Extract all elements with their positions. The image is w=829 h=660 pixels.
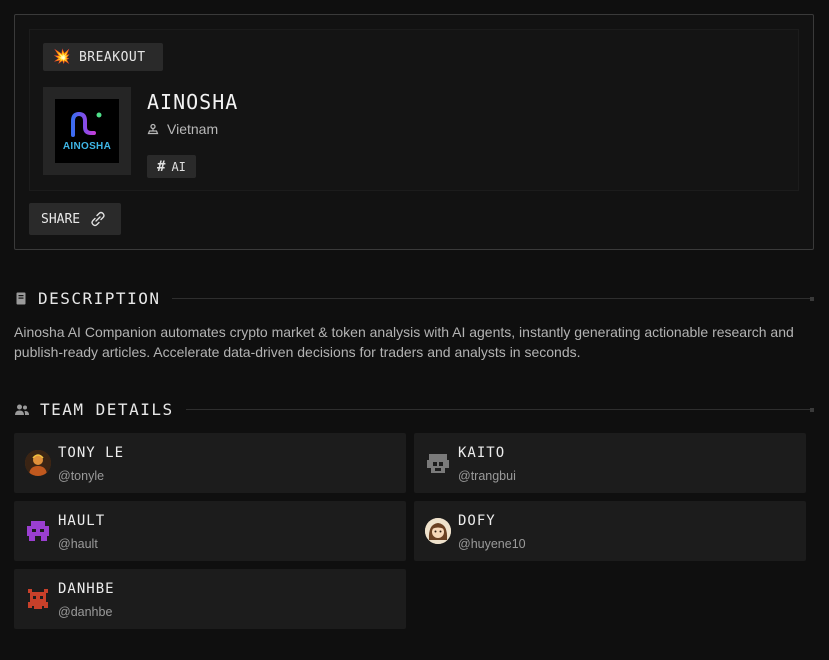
team-member-card[interactable]: DOFY @huyene10 <box>414 501 806 561</box>
logo-wordmark: AINOSHA <box>62 140 112 152</box>
avatar-pixel-invader-icon <box>27 521 49 541</box>
member-name: DOFY <box>458 513 496 529</box>
category-tag-label: AI <box>171 159 186 174</box>
member-handle[interactable]: @tonyle <box>58 469 104 483</box>
avatar-portrait-icon <box>25 450 51 476</box>
project-name: AINOSHA <box>147 90 239 114</box>
location-pin-icon <box>147 123 159 135</box>
team-member-card[interactable]: TONY LE @tonyle <box>14 433 406 493</box>
description-title: DESCRIPTION <box>38 289 161 308</box>
description-text: Ainosha AI Companion automates crypto ma… <box>14 324 794 360</box>
member-handle[interactable]: @danhbe <box>58 605 112 619</box>
team-member-card[interactable]: DANHBE @danhbe <box>14 569 406 629</box>
project-logo-frame: AINOSHA <box>43 87 131 175</box>
project-logo: AINOSHA <box>55 99 119 163</box>
description-header: DESCRIPTION <box>14 289 814 308</box>
team-member-card[interactable]: HAULT @hault <box>14 501 406 561</box>
divider-end-dot <box>810 296 814 301</box>
team-title: TEAM DETAILS <box>40 400 174 419</box>
project-card: 💥 BREAKOUT AINOSHA AINOSHA Vietnam # AI … <box>14 14 814 250</box>
share-button[interactable]: SHARE <box>29 203 121 235</box>
avatar <box>425 450 451 476</box>
team-icon <box>15 404 29 415</box>
avatar-cartoon-girl-icon <box>425 518 451 544</box>
breakout-badge: 💥 BREAKOUT <box>43 43 163 71</box>
category-tag[interactable]: # AI <box>147 155 196 178</box>
member-name: TONY LE <box>58 445 125 461</box>
project-header: 💥 BREAKOUT AINOSHA AINOSHA Vietnam # AI <box>29 29 799 191</box>
section-divider <box>172 298 810 299</box>
book-icon <box>16 292 26 304</box>
avatar <box>425 518 451 544</box>
member-name: HAULT <box>58 513 106 529</box>
avatar-pixel-robot-icon <box>427 454 449 473</box>
team-header: TEAM DETAILS <box>14 400 814 419</box>
avatar <box>25 586 51 612</box>
avatar <box>25 518 51 544</box>
avatar <box>25 450 51 476</box>
hash-icon: # <box>157 158 166 175</box>
location-label: Vietnam <box>167 121 219 137</box>
section-divider <box>185 409 810 410</box>
collision-icon: 💥 <box>53 49 71 65</box>
team-member-card[interactable]: KAITO @trangbui <box>414 433 806 493</box>
link-icon <box>91 211 105 227</box>
breakout-badge-label: BREAKOUT <box>78 49 146 65</box>
share-button-label: SHARE <box>41 211 81 227</box>
avatar-pixel-creature-icon <box>28 589 48 609</box>
divider-end-dot <box>810 407 814 412</box>
member-name: KAITO <box>458 445 506 461</box>
member-name: DANHBE <box>58 581 115 597</box>
ainosha-logo-icon <box>71 111 102 137</box>
project-location: Vietnam <box>147 121 218 137</box>
member-handle[interactable]: @trangbui <box>458 469 516 483</box>
member-handle[interactable]: @huyene10 <box>458 537 526 551</box>
member-handle[interactable]: @hault <box>58 537 98 551</box>
